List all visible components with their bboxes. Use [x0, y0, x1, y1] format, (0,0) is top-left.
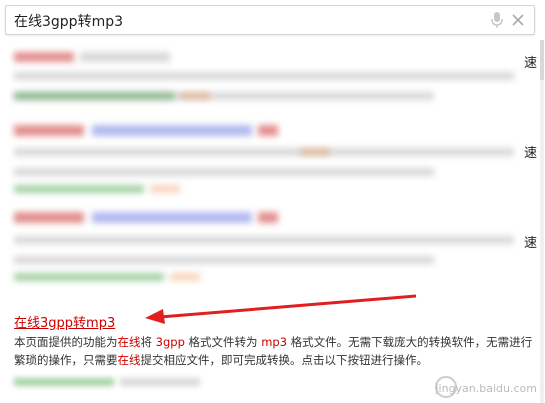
annotation-arrow [145, 294, 417, 324]
watermark-text: jingyan.baidu.com [435, 382, 537, 395]
